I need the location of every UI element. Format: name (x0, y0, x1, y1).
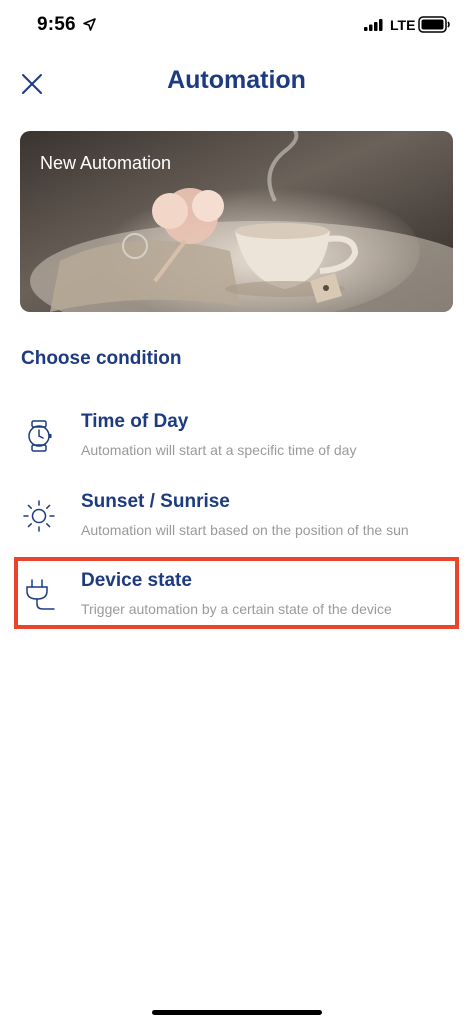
highlight-box (14, 557, 459, 629)
option-time-of-day[interactable]: Time of Day Automation will start at a s… (14, 411, 459, 483)
location-arrow-icon (83, 18, 96, 31)
signal-bars-icon (364, 19, 383, 31)
status-bar: 9:56 LTE (0, 0, 473, 52)
option-description: Automation will start at a specific time… (81, 442, 357, 458)
sun-icon (23, 500, 55, 532)
status-time: 9:56 (37, 14, 76, 35)
automation-screen: 9:56 LTE Automation New Automation Choos… (0, 0, 473, 1024)
banner-title: New Automation (40, 153, 172, 173)
battery-icon (418, 16, 450, 33)
option-label: Sunset / Sunrise (81, 491, 230, 512)
section-title: Choose condition (21, 348, 182, 369)
page-title: Automation (167, 66, 306, 94)
home-indicator[interactable] (152, 1010, 322, 1015)
watch-icon (28, 420, 52, 452)
option-description: Automation will start based on the posit… (81, 522, 409, 538)
option-label: Time of Day (81, 411, 189, 432)
network-label: LTE (390, 17, 416, 33)
option-sunset-sunrise[interactable]: Sunset / Sunrise Automation will start b… (14, 491, 459, 563)
new-automation-banner: New Automation (20, 131, 453, 312)
